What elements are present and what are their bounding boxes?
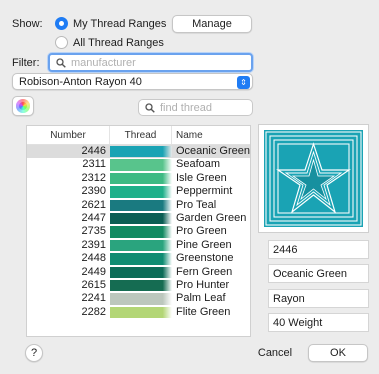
manufacturer-filter-input[interactable]: manufacturer	[48, 53, 253, 72]
column-header-name[interactable]: Name	[172, 126, 250, 144]
manage-button[interactable]: Manage	[172, 15, 252, 33]
thread-number-cell: 2735	[81, 225, 106, 238]
table-row[interactable]: 2621 Pro Teal	[27, 199, 250, 212]
thread-swatch-cell	[110, 279, 172, 292]
thread-name-cell: Palm Leaf	[176, 292, 226, 305]
thread-number-cell: 2615	[81, 278, 106, 291]
thread-range-popup[interactable]: Robison-Anton Rayon 40 ⇕	[12, 73, 253, 90]
column-header-thread[interactable]: Thread	[110, 126, 172, 144]
thread-color-swatch	[110, 279, 172, 292]
radio-my-thread-ranges[interactable]: My Thread Ranges	[55, 17, 166, 30]
find-thread-input[interactable]: find thread	[138, 99, 253, 116]
thread-swatch-cell	[110, 266, 172, 279]
show-label: Show:	[12, 18, 43, 30]
table-row[interactable]: 2615 Pro Hunter	[27, 279, 250, 292]
color-wheel-button[interactable]	[12, 96, 34, 116]
thread-number-cell: 2282	[81, 305, 106, 318]
table-row[interactable]: 2446 Oceanic Green	[27, 145, 250, 159]
table-row[interactable]: 2447 Garden Green	[27, 212, 250, 225]
help-button[interactable]: ?	[25, 344, 43, 362]
thread-swatch-cell	[110, 239, 172, 252]
table-row[interactable]: 2390 Peppermint	[27, 185, 250, 198]
thread-number-cell: 2391	[81, 238, 106, 251]
radio-unselected-icon	[55, 36, 68, 49]
table-row[interactable]: 2448 Greenstone	[27, 252, 250, 265]
thread-name-cell: Greenstone	[176, 252, 234, 265]
thread-color-swatch	[110, 239, 172, 252]
table-row[interactable]: 2735 Pro Green	[27, 225, 250, 238]
filter-label: Filter:	[12, 57, 40, 69]
thread-swatch-cell	[110, 306, 172, 319]
table-row[interactable]: 2282 Flite Green	[27, 306, 250, 319]
thread-color-swatch	[110, 253, 172, 265]
thread-name-cell: Pro Hunter	[176, 278, 230, 291]
thread-name-cell: Pro Green	[176, 225, 227, 238]
color-wheel-icon	[16, 99, 30, 113]
thread-number-cell: 2312	[81, 171, 106, 184]
thread-color-swatch	[110, 226, 172, 238]
thread-name-cell: Seafoam	[176, 158, 221, 171]
table-row[interactable]: 2311 Seafoam	[27, 158, 250, 171]
radio-all-thread-ranges[interactable]: All Thread Ranges	[55, 36, 164, 49]
cancel-button[interactable]: Cancel	[250, 344, 300, 362]
table-row[interactable]: 2312 Isle Green	[27, 172, 250, 185]
table-row[interactable]: 2241 Palm Leaf	[27, 292, 250, 305]
thread-number-cell: 2447	[81, 211, 106, 224]
thread-number-cell: 2448	[81, 252, 106, 265]
thread-color-swatch	[110, 172, 172, 185]
chevron-updown-icon: ⇕	[237, 76, 250, 89]
thread-swatch-cell	[110, 252, 172, 265]
thread-color-swatch	[110, 266, 172, 278]
thread-swatch-cell	[110, 145, 172, 158]
thread-name-cell: Flite Green	[176, 305, 231, 318]
thread-name-cell: Oceanic Green	[176, 145, 250, 157]
thread-number-cell: 2390	[81, 185, 106, 198]
thread-name-cell: Peppermint	[176, 185, 233, 198]
thread-color-swatch	[110, 306, 172, 319]
thread-name-cell: Pro Teal	[176, 198, 217, 211]
thread-color-swatch	[110, 146, 172, 158]
thread-swatch-cell	[110, 199, 172, 212]
thread-swatch-cell	[110, 292, 172, 305]
column-header-number[interactable]: Number	[27, 126, 110, 144]
table-row[interactable]: 2391 Pine Green	[27, 239, 250, 252]
thread-name-cell: Pine Green	[176, 238, 232, 251]
thread-color-swatch	[110, 212, 172, 225]
thread-number-cell: 2449	[81, 265, 106, 278]
thread-number-cell: 2241	[81, 292, 106, 305]
radio-selected-icon	[55, 17, 68, 30]
thread-number-cell: 2311	[82, 158, 106, 171]
thread-name-field: Oceanic Green	[268, 264, 369, 283]
find-thread-placeholder: find thread	[160, 101, 212, 114]
thread-color-swatch	[110, 293, 172, 305]
thread-swatch-cell	[110, 172, 172, 185]
thread-swatch-cell	[110, 225, 172, 238]
table-body: 2446 Oceanic Green 2311 Seafoam 2312 Isle Gre…	[27, 145, 250, 319]
thread-preview	[258, 124, 369, 233]
thread-swatch-cell	[110, 158, 172, 171]
thread-color-swatch	[110, 186, 172, 198]
thread-color-swatch	[110, 199, 172, 211]
thread-number-cell: 2446	[81, 145, 106, 157]
thread-number-cell: 2621	[81, 198, 106, 211]
search-icon	[145, 102, 155, 113]
thread-number-field: 2446	[268, 240, 369, 259]
ok-button[interactable]: OK	[308, 344, 368, 362]
thread-color-swatch	[110, 159, 172, 171]
thread-weight-field: 40 Weight	[268, 313, 369, 332]
table-row[interactable]: 2449 Fern Green	[27, 266, 250, 279]
thread-swatch-cell	[110, 212, 172, 225]
thread-name-cell: Fern Green	[176, 265, 233, 278]
thread-type-field: Rayon	[268, 289, 369, 308]
thread-table: Number Thread Name 2446 Oceanic Green 2311…	[26, 125, 251, 337]
thread-range-value: Robison-Anton Rayon 40	[19, 75, 142, 88]
thread-name-cell: Garden Green	[176, 211, 247, 224]
thread-swatch-cell	[110, 185, 172, 198]
table-header: Number Thread Name	[27, 126, 250, 145]
search-icon	[56, 57, 66, 68]
star-preview-image	[264, 130, 363, 227]
thread-name-cell: Isle Green	[176, 171, 227, 184]
filter-placeholder: manufacturer	[71, 56, 136, 69]
